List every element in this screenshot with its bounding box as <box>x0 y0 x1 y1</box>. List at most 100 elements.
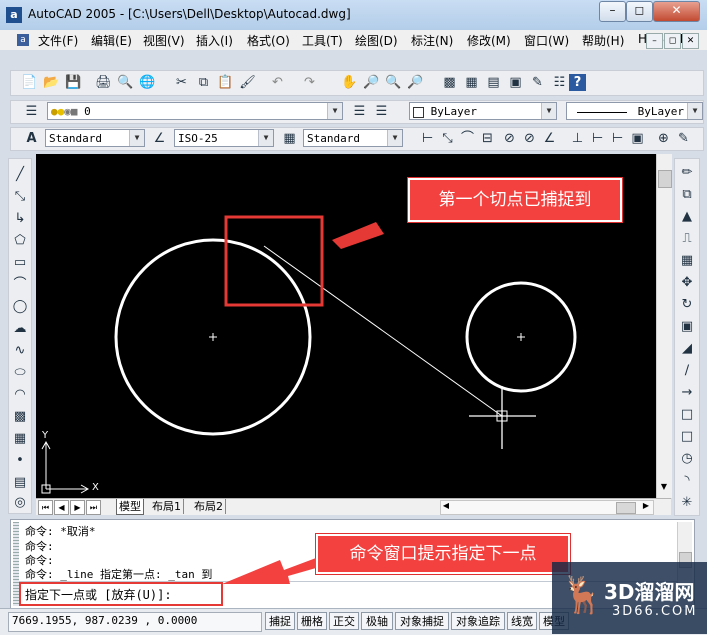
baseline-dim-icon[interactable]: ⊢ <box>589 130 606 147</box>
center-mark-icon[interactable]: ⊕ <box>655 130 672 147</box>
layer-dropdown[interactable]: ●●◉■ 0 ▼ <box>47 102 343 120</box>
quick-dim-icon[interactable]: ⊥ <box>569 130 586 147</box>
command-prompt[interactable]: 指定下一点或 [放弃(U)]: <box>25 586 172 603</box>
plot-icon[interactable]: 🖨 <box>95 74 112 91</box>
scale-icon[interactable]: ▣ <box>679 319 695 335</box>
aligned-dim-icon[interactable]: ⤡ <box>439 130 456 147</box>
polygon-icon[interactable]: ⬠ <box>12 233 28 249</box>
move-icon[interactable]: ✥ <box>679 275 695 291</box>
continue-dim-icon[interactable]: ⊢ <box>609 130 626 147</box>
layer-manager-icon[interactable]: ☰ <box>23 103 40 120</box>
doc-restore-button[interactable]: ◻ <box>664 33 681 49</box>
diameter-dim-icon[interactable]: ⊘ <box>521 130 538 147</box>
doc-close-button[interactable]: ✕ <box>682 33 699 49</box>
markup-icon[interactable]: ✎ <box>529 74 546 91</box>
menu-window[interactable]: 窗口(W) <box>524 32 569 49</box>
tab-model[interactable]: 模型 <box>116 499 144 515</box>
break-icon[interactable]: □ <box>679 429 695 445</box>
quickcalc-icon[interactable]: ☷ <box>551 74 568 91</box>
layer-previous-icon[interactable]: ☰ <box>373 103 390 120</box>
ellipse-arc-icon[interactable]: ◠ <box>12 387 28 403</box>
grid-toggle[interactable]: 栅格 <box>297 612 327 630</box>
hscroll-thumb[interactable] <box>616 502 636 514</box>
tab-layout1[interactable]: 布局1 <box>150 499 184 514</box>
table-style-dropdown[interactable]: Standard ▼ <box>303 129 403 147</box>
menu-format[interactable]: 格式(O) <box>247 32 290 49</box>
cut-icon[interactable]: ✂ <box>173 74 190 91</box>
close-button[interactable]: ✕ <box>653 1 700 22</box>
construction-line-icon[interactable]: ⤡ <box>12 189 28 205</box>
arc-length-icon[interactable]: ⌒ <box>459 130 476 147</box>
text-style-icon[interactable]: A <box>23 130 40 147</box>
line-icon[interactable]: ╱ <box>12 167 28 183</box>
dim-edit-icon[interactable]: ✎ <box>675 130 692 147</box>
polyline-icon[interactable]: ↳ <box>12 211 28 227</box>
table-style-icon[interactable]: ▦ <box>281 130 298 147</box>
pan-icon[interactable]: ✋ <box>341 74 358 91</box>
chamfer-icon[interactable]: ◷ <box>679 451 695 467</box>
dim-style-dropdown[interactable]: ISO-25 ▼ <box>174 129 274 147</box>
rotate-icon[interactable]: ↻ <box>679 297 695 313</box>
last-tab-icon[interactable]: ⏭ <box>86 500 101 515</box>
scroll-left-icon[interactable]: ◀ <box>441 501 451 514</box>
restore-button[interactable]: ◻ <box>626 1 653 22</box>
lineweight-toggle[interactable]: 线宽 <box>507 612 537 630</box>
ordinate-dim-icon[interactable]: ⊟ <box>479 130 496 147</box>
match-properties-icon[interactable]: 🖌 <box>239 74 256 91</box>
redo-icon[interactable]: ↷ <box>301 74 318 91</box>
publish-icon[interactable]: 🌐 <box>139 74 156 91</box>
autocad-app-icon[interactable]: a <box>6 7 22 23</box>
dim-style-icon[interactable]: ∠ <box>151 130 168 147</box>
tool-palettes-icon[interactable]: ▤ <box>485 74 502 91</box>
mirror-icon[interactable]: ▲ <box>679 209 695 225</box>
tab-layout2[interactable]: 布局2 <box>192 499 226 514</box>
undo-icon[interactable]: ↶ <box>269 74 286 91</box>
stretch-icon[interactable]: ◢ <box>679 341 695 357</box>
offset-icon[interactable]: ⎍ <box>679 231 695 247</box>
menu-help[interactable]: 帮助(H) <box>582 32 624 49</box>
erase-icon[interactable]: ✏ <box>679 165 695 181</box>
rectangle-icon[interactable]: ▭ <box>12 255 28 271</box>
next-tab-icon[interactable]: ▶ <box>70 500 85 515</box>
polar-toggle[interactable]: 极轴 <box>361 612 393 630</box>
ellipse-icon[interactable]: ⬭ <box>12 365 28 381</box>
menu-view[interactable]: 视图(V) <box>143 32 185 49</box>
document-icon[interactable]: a <box>17 34 29 46</box>
trim-icon[interactable]: ∕ <box>679 363 695 379</box>
ortho-toggle[interactable]: 正交 <box>329 612 359 630</box>
osnap-toggle[interactable]: 对象捕捉 <box>395 612 449 630</box>
copy-icon[interactable]: ⧉ <box>195 74 212 91</box>
extend-icon[interactable]: → <box>679 385 695 401</box>
array-icon[interactable]: ▦ <box>679 253 695 269</box>
hatch-icon[interactable]: ▤ <box>12 475 28 491</box>
spline-icon[interactable]: ∿ <box>12 343 28 359</box>
design-center-icon[interactable]: ▦ <box>463 74 480 91</box>
new-icon[interactable]: 📄 <box>21 74 38 91</box>
save-icon[interactable]: 💾 <box>65 74 82 91</box>
insert-block-icon[interactable]: ▩ <box>12 409 28 425</box>
arc-icon[interactable]: ⌒ <box>12 277 28 293</box>
zoom-previous-icon[interactable]: 🔎 <box>407 74 424 91</box>
menu-file[interactable]: 文件(F) <box>38 32 78 49</box>
color-dropdown[interactable]: ByLayer ▼ <box>409 102 557 120</box>
menu-dimension[interactable]: 标注(N) <box>411 32 453 49</box>
zoom-realtime-icon[interactable]: 🔎 <box>363 74 380 91</box>
menu-modify[interactable]: 修改(M) <box>467 32 511 49</box>
menu-draw[interactable]: 绘图(D) <box>355 32 398 49</box>
menu-insert[interactable]: 插入(I) <box>196 32 233 49</box>
vertical-scrollbar[interactable]: ▼ <box>656 154 672 498</box>
scroll-down-icon[interactable]: ▼ <box>658 482 670 494</box>
minimize-button[interactable]: – <box>599 1 626 22</box>
tolerance-icon[interactable]: ▣ <box>629 130 646 147</box>
break-at-point-icon[interactable]: □ <box>679 407 695 423</box>
circle-icon[interactable]: ◯ <box>12 299 28 315</box>
snap-toggle[interactable]: 捕捉 <box>265 612 295 630</box>
text-style-dropdown[interactable]: Standard ▼ <box>45 129 145 147</box>
horizontal-scrollbar[interactable]: ◀ ▶ <box>440 500 654 515</box>
revision-cloud-icon[interactable]: ☁ <box>12 321 28 337</box>
linear-dim-icon[interactable]: ⊢ <box>419 130 436 147</box>
angular-dim-icon[interactable]: ∠ <box>541 130 558 147</box>
make-block-icon[interactable]: ▦ <box>12 431 28 447</box>
scroll-thumb[interactable] <box>658 170 672 188</box>
fillet-icon[interactable]: ◝ <box>679 473 695 489</box>
